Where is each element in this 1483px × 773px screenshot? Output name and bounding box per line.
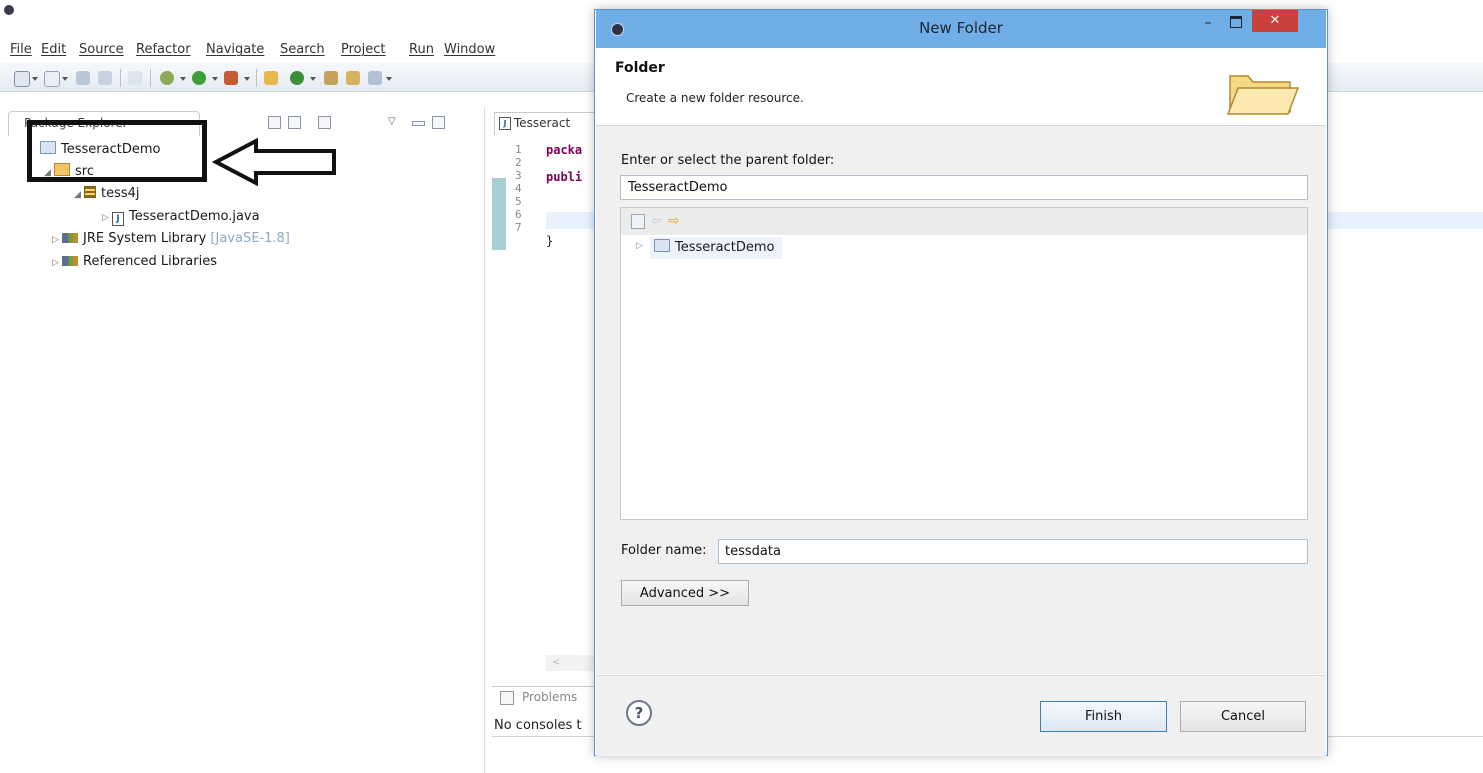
search-tool-icon[interactable] <box>368 71 382 85</box>
toolbar-separator <box>120 69 121 87</box>
folder-tree-item-label: TesseractDemo <box>675 240 775 255</box>
debug-dropdown-icon[interactable] <box>180 77 186 81</box>
folder-name-label: Folder name: <box>621 543 707 558</box>
dialog-header <box>596 48 1326 126</box>
new-java-package-icon[interactable] <box>264 71 278 85</box>
minimize-view-icon[interactable] <box>412 121 425 126</box>
menu-navigate[interactable]: Navigate <box>206 42 264 57</box>
maximize-icon <box>1230 16 1242 28</box>
code-line-1: packa <box>546 143 583 157</box>
line-number: 2 <box>515 156 522 169</box>
collapsed-arrow-icon[interactable]: ▷ <box>52 254 62 272</box>
menu-edit[interactable]: Edit <box>41 42 66 57</box>
finish-button[interactable]: Finish <box>1040 701 1167 732</box>
change-ruler <box>492 178 506 250</box>
view-menu-icon[interactable]: ▽ <box>388 116 399 127</box>
menu-project[interactable]: Project <box>341 42 385 57</box>
new-class-dropdown-icon[interactable] <box>310 77 316 81</box>
folder-tree-item[interactable]: TesseractDemo <box>650 237 783 259</box>
focus-icon[interactable] <box>318 116 331 129</box>
forward-arrow-icon[interactable]: ⇨ <box>668 213 680 229</box>
parent-folder-input[interactable] <box>620 175 1308 200</box>
folder-tree-toolbar <box>621 208 1307 235</box>
save-all-icon[interactable] <box>98 71 112 85</box>
left-arrow-annotation-icon <box>212 137 336 187</box>
line-number: 6 <box>515 208 522 221</box>
line-number: 1 <box>515 143 522 156</box>
java-file-icon: J <box>499 117 511 130</box>
line-number: 3 <box>515 169 522 182</box>
toolbar-separator <box>256 69 257 87</box>
back-arrow-icon[interactable]: ⇦ <box>651 214 662 229</box>
external-tools-icon[interactable] <box>224 71 238 85</box>
dialog-header-title: Folder <box>615 60 665 76</box>
new-icon[interactable] <box>14 71 30 87</box>
menu-search[interactable]: Search <box>280 42 325 57</box>
tree-file-row[interactable]: ▷ J TesseractDemo.java <box>102 208 260 226</box>
dialog-header-subtitle: Create a new folder resource. <box>626 91 804 105</box>
tree-jre-label: JRE System Library <box>83 231 207 246</box>
folder-icon <box>654 239 670 252</box>
java-file-icon: J <box>112 212 124 226</box>
problems-tab-label: Problems <box>522 690 578 704</box>
menu-refactor[interactable]: Refactor <box>136 42 191 57</box>
new-dropdown-icon[interactable] <box>32 77 38 81</box>
link-with-editor-icon[interactable] <box>288 116 301 129</box>
search-dropdown-icon[interactable] <box>386 77 392 81</box>
editor-tab-label: Tesseract <box>514 116 571 130</box>
home-icon[interactable] <box>631 214 645 229</box>
run-icon[interactable] <box>192 71 206 85</box>
advanced-button[interactable]: Advanced >> <box>621 580 749 606</box>
open-type-icon[interactable] <box>324 71 338 85</box>
annotation-highlight-box <box>27 120 207 182</box>
open-task-icon[interactable] <box>346 71 360 85</box>
line-number: 5 <box>515 195 522 208</box>
tree-package-label: tess4j <box>101 186 140 201</box>
open-folder-icon <box>1226 75 1300 115</box>
tree-file-label: TesseractDemo.java <box>129 209 260 224</box>
menu-source[interactable]: Source <box>79 42 124 57</box>
code-line-3: publi <box>546 170 583 184</box>
pin-icon[interactable] <box>128 71 142 85</box>
cancel-button[interactable]: Cancel <box>1180 701 1306 732</box>
expanded-arrow-icon[interactable]: ◢ <box>74 186 84 204</box>
menu-run[interactable]: Run <box>409 42 434 57</box>
run-dropdown-icon[interactable] <box>212 77 218 81</box>
line-number: 7 <box>515 221 522 234</box>
menu-file[interactable]: File <box>10 42 32 57</box>
tree-package-row[interactable]: ◢ tess4j <box>74 185 140 203</box>
save-icon[interactable] <box>76 71 90 85</box>
tree-referenced-label: Referenced Libraries <box>83 254 217 269</box>
package-icon <box>84 186 96 198</box>
console-message: No consoles t <box>494 718 582 733</box>
folder-name-input[interactable] <box>718 539 1308 564</box>
new-package-icon[interactable] <box>44 71 60 87</box>
maximize-button[interactable] <box>1224 13 1248 31</box>
package-explorer-panel <box>0 107 485 773</box>
eclipse-logo-icon <box>4 5 14 15</box>
collapse-all-icon[interactable] <box>268 116 281 129</box>
new-package-dropdown-icon[interactable] <box>62 77 68 81</box>
external-tools-dropdown-icon[interactable] <box>244 77 250 81</box>
close-button[interactable]: ✕ <box>1252 10 1298 32</box>
problems-icon <box>500 691 514 705</box>
menu-window[interactable]: Window <box>444 42 495 57</box>
debug-icon[interactable] <box>160 71 174 85</box>
maximize-view-icon[interactable] <box>432 116 445 129</box>
toolbar-separator <box>150 69 151 87</box>
collapsed-arrow-icon[interactable]: ▷ <box>52 231 62 249</box>
library-icon <box>62 256 78 266</box>
tree-jre-row[interactable]: ▷ JRE System Library [JavaSE-1.8] <box>52 230 290 248</box>
help-icon[interactable]: ? <box>626 700 652 726</box>
collapsed-arrow-icon[interactable]: ▷ <box>636 241 643 251</box>
new-class-icon[interactable] <box>290 71 304 85</box>
collapsed-arrow-icon[interactable]: ▷ <box>102 209 112 227</box>
line-number: 4 <box>515 182 522 195</box>
minimize-button[interactable]: – <box>1196 14 1220 32</box>
code-line-6: } <box>546 234 554 248</box>
parent-folder-label: Enter or select the parent folder: <box>621 153 835 168</box>
tree-referenced-row[interactable]: ▷ Referenced Libraries <box>52 253 217 271</box>
library-icon <box>62 233 78 243</box>
tree-jre-version: [JavaSE-1.8] <box>210 231 290 246</box>
